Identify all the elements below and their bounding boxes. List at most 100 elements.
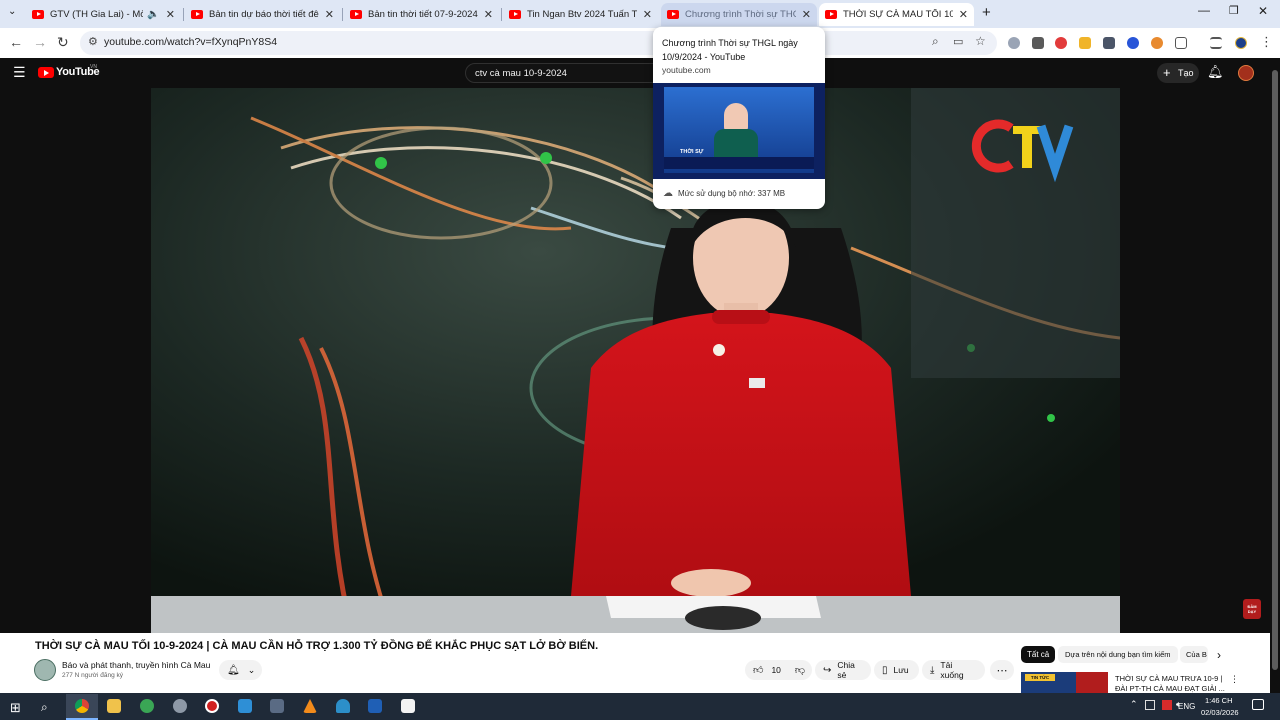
app-green-icon[interactable] bbox=[140, 699, 154, 713]
close-tab-icon[interactable]: ✕ bbox=[802, 8, 811, 21]
download-icon: ⤓ bbox=[930, 664, 935, 676]
chevron-down-icon: ⌄ bbox=[247, 664, 256, 675]
youtube-header: ☰ YouTube VN ctv cà mau 10-9-2024 + Tạo … bbox=[0, 58, 1280, 88]
extension-blue-icon[interactable] bbox=[1127, 37, 1139, 49]
close-tab-icon[interactable]: ✕ bbox=[959, 8, 968, 21]
back-icon[interactable]: ← bbox=[9, 34, 23, 50]
save-button[interactable]: ▯ Lưu bbox=[874, 660, 919, 680]
tray-red-icon[interactable] bbox=[1162, 700, 1172, 710]
thumb-caption: THỜI SỰ bbox=[680, 149, 704, 155]
video-player[interactable] bbox=[151, 88, 1120, 633]
related-video-title-1[interactable]: THỜI SỰ CÀ MAU TRƯA 10-9 | bbox=[1115, 674, 1222, 683]
new-tab-icon[interactable]: + bbox=[982, 4, 991, 21]
speaker-icon[interactable]: 🔈 bbox=[147, 9, 159, 20]
tab-search-icon[interactable]: ⌄ bbox=[8, 6, 16, 17]
app-gray-icon[interactable] bbox=[173, 699, 187, 713]
media-control-icon[interactable] bbox=[1210, 37, 1222, 49]
youtube-favicon-icon bbox=[667, 10, 679, 19]
tab-title: THỜI SỰ CÀ MAU TỐI 10-9-202 bbox=[843, 9, 953, 20]
tray-time[interactable]: 1:46 CH bbox=[1205, 696, 1233, 705]
site-info-icon[interactable]: ⚙ bbox=[88, 35, 98, 48]
forward-icon[interactable]: → bbox=[33, 34, 47, 50]
chrome-icon[interactable] bbox=[75, 699, 89, 713]
hover-card-domain: youtube.com bbox=[662, 65, 711, 75]
close-tab-icon[interactable]: ✕ bbox=[484, 8, 493, 21]
address-bar[interactable]: ⚙ youtube.com/watch?v=fXynqPnY8S4 ⌕ ▭ ☆ bbox=[80, 31, 997, 55]
app-blue-icon[interactable] bbox=[238, 699, 252, 713]
bookmark-star-icon[interactable]: ☆ bbox=[975, 34, 986, 48]
tray-date[interactable]: 02/03/2026 bbox=[1201, 708, 1239, 717]
close-tab-icon[interactable]: ✕ bbox=[643, 8, 652, 21]
tray-lang[interactable]: ENG bbox=[1178, 702, 1195, 711]
app-fish-icon[interactable] bbox=[336, 699, 350, 713]
more-horizontal-icon: ⋯ bbox=[996, 664, 1008, 677]
profile-avatar-icon[interactable] bbox=[1235, 37, 1247, 49]
chip-search-based[interactable]: Dựa trên nội dung bạn tìm kiếm bbox=[1058, 646, 1178, 663]
bell-icon: 🔔︎ bbox=[227, 664, 240, 676]
hover-card-thumbnail: THỜI SỰ bbox=[653, 83, 825, 179]
reload-icon[interactable]: ↻ bbox=[57, 34, 69, 51]
subscribe-bell-button[interactable]: 🔔︎ ⌄ bbox=[219, 660, 262, 680]
restore-icon[interactable]: ❐ bbox=[1229, 4, 1239, 17]
hamburger-menu-icon[interactable]: ☰ bbox=[13, 64, 26, 81]
tab-thoi-su-ca-mau[interactable]: THỜI SỰ CÀ MAU TỐI 10-9-202 ✕ bbox=[819, 3, 974, 26]
close-window-icon[interactable]: ✕ bbox=[1258, 4, 1268, 18]
notification-center-icon[interactable] bbox=[1252, 699, 1264, 710]
close-tab-icon[interactable]: ✕ bbox=[325, 8, 334, 21]
chevron-right-icon[interactable]: › bbox=[1217, 648, 1221, 662]
extension-calculator-icon[interactable] bbox=[1032, 37, 1044, 49]
tab-thgl[interactable]: Chương trình Thời sự THGL ngà ✕ bbox=[661, 3, 817, 26]
windows-start-icon[interactable]: ⊞ bbox=[10, 700, 21, 716]
app-pen-icon[interactable] bbox=[401, 699, 415, 713]
tab-tin-ngan[interactable]: Tin Ngan Btv 2024 Tuấn Tra Đư ✕ bbox=[503, 3, 658, 26]
related-video-title-2[interactable]: ĐÀI PT-TH CÀ MAU ĐẠT GIẢI ... bbox=[1115, 684, 1225, 693]
channel-name[interactable]: Báo và phát thanh, truyền hình Cà Mau bbox=[62, 660, 210, 670]
dislike-icon[interactable]: 👎︎ bbox=[795, 664, 805, 676]
channel-avatar[interactable] bbox=[34, 659, 56, 681]
download-label: Tải xuống bbox=[940, 660, 964, 680]
cast-icon[interactable]: ▭ bbox=[953, 35, 963, 48]
extension-red-icon[interactable] bbox=[1055, 37, 1067, 49]
file-explorer-icon[interactable] bbox=[107, 699, 121, 713]
minimize-icon[interactable]: — bbox=[1198, 3, 1210, 17]
tab-weather-0709[interactable]: Bản tin thời tiết 07-9-2024 | Tây ✕ bbox=[344, 3, 499, 26]
chip-channel[interactable]: Của B bbox=[1180, 646, 1208, 663]
youtube-favicon-icon bbox=[509, 10, 521, 19]
related-more-icon[interactable]: ⋮ bbox=[1230, 674, 1239, 685]
account-avatar[interactable] bbox=[1238, 65, 1254, 81]
share-button[interactable]: ↪ Chia sẻ bbox=[815, 660, 871, 680]
more-actions-button[interactable]: ⋯ bbox=[990, 660, 1014, 680]
taskbar-search-icon[interactable]: ⌕ bbox=[41, 700, 48, 715]
extension-screen-icon[interactable] bbox=[1103, 37, 1115, 49]
create-button[interactable]: + Tạo bbox=[1157, 63, 1199, 83]
tab-hover-card: Chương trình Thời sự THGL ngày 10/9/2024… bbox=[653, 27, 825, 209]
scrollbar-thumb[interactable] bbox=[1272, 70, 1278, 670]
app-slate-icon[interactable] bbox=[270, 699, 284, 713]
extensions-puzzle-icon[interactable] bbox=[1175, 37, 1187, 49]
extension-shield-icon[interactable] bbox=[1008, 37, 1020, 49]
windows-taskbar bbox=[0, 693, 1280, 720]
tab-title: GTV (TH Gia Lai) - Mở sóng bbox=[50, 9, 143, 20]
like-button[interactable]: 👍︎ 10 👎︎ bbox=[745, 660, 812, 680]
search-input[interactable]: ctv cà mau 10-9-2024 bbox=[465, 63, 665, 83]
chip-all[interactable]: Tất cả bbox=[1021, 646, 1056, 663]
zoom-icon[interactable]: ⌕ bbox=[932, 34, 939, 49]
tray-monitor-icon[interactable] bbox=[1145, 700, 1155, 710]
thumbs-up-icon: 👍︎ bbox=[753, 665, 764, 676]
menu-kebab-icon[interactable]: ⋮ bbox=[1260, 34, 1273, 50]
app-doc-icon[interactable] bbox=[368, 699, 382, 713]
tray-chevron-up-icon[interactable]: ⌃ bbox=[1130, 699, 1138, 710]
related-video-thumbnail[interactable]: TIN TỨC bbox=[1021, 672, 1108, 693]
close-tab-icon[interactable]: ✕ bbox=[166, 8, 175, 21]
youtube-logo-icon[interactable] bbox=[38, 67, 54, 78]
download-button[interactable]: ⤓ Tải xuống bbox=[922, 660, 985, 680]
related-thumb-panel bbox=[1076, 672, 1108, 693]
tab-weather-night[interactable]: Bản tin dự báo thời tiết đêm 08 ✕ bbox=[185, 3, 340, 26]
extension-color-icon[interactable] bbox=[1151, 37, 1163, 49]
page-scrollbar[interactable] bbox=[1270, 58, 1280, 693]
tab-gtv[interactable]: GTV (TH Gia Lai) - Mở sóng 🔈 ✕ bbox=[26, 3, 181, 26]
extension-yellow-icon[interactable] bbox=[1079, 37, 1091, 49]
notifications-bell-icon[interactable]: 🔔︎ bbox=[1207, 64, 1224, 80]
youtube-favicon-icon bbox=[32, 10, 44, 19]
record-icon[interactable] bbox=[205, 699, 219, 713]
